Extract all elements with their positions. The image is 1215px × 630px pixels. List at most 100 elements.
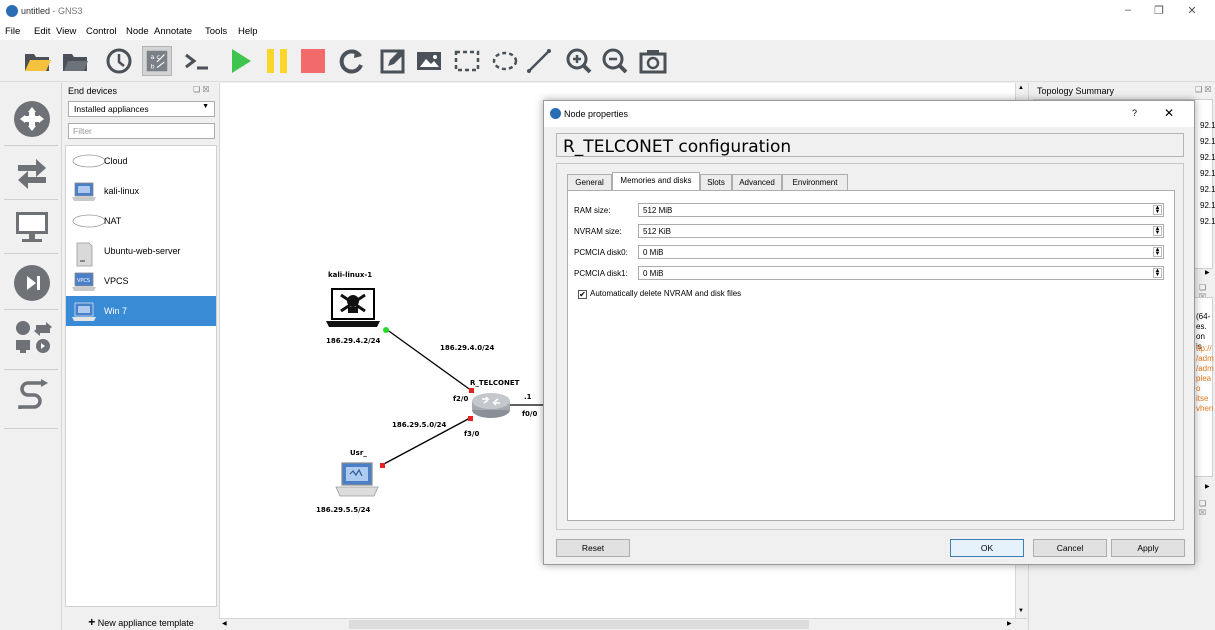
add-link-icon[interactable]	[14, 379, 50, 415]
tab-general[interactable]: General	[567, 174, 612, 190]
gns3-app-icon	[6, 5, 18, 17]
canvas-horizontal-scrollbar[interactable]: ◀ ▶	[219, 618, 1027, 630]
browse-routers-icon[interactable]	[14, 101, 50, 137]
cancel-button[interactable]: Cancel	[1033, 539, 1107, 557]
menu-annotate[interactable]: Annotate	[154, 26, 192, 37]
stop-icon[interactable]	[298, 46, 328, 76]
kali-ip-label: 186.29.4.2/24	[326, 337, 381, 345]
dialog-title: Node properties	[564, 109, 629, 119]
laptop-icon	[72, 181, 96, 201]
nvram-size-spinbox[interactable]: 512 KiB ▲ ▼	[638, 224, 1164, 238]
menu-help[interactable]: Help	[238, 26, 258, 37]
devices-panel-title: End devices	[68, 86, 118, 96]
draw-ellipse-icon[interactable]	[490, 46, 520, 76]
scroll-left-icon[interactable]: ◀	[222, 620, 227, 627]
scroll-right-icon[interactable]: ▶	[1205, 483, 1210, 490]
memories-and-disks-page: RAM size: 512 MiB ▲ ▼ NVRAM size: 512 KiB ▲…	[567, 190, 1175, 521]
console-icon[interactable]	[182, 46, 212, 76]
draw-rectangle-icon[interactable]	[452, 46, 482, 76]
suspend-icon[interactable]	[262, 46, 292, 76]
start-icon[interactable]	[226, 46, 256, 76]
topology-summary-title: Topology Summary	[1037, 86, 1115, 96]
browse-switches-icon[interactable]	[14, 155, 50, 191]
tabs-area: General Memories and disks Slots Advance…	[556, 163, 1184, 530]
dock-buttons[interactable]: ❏ ☒	[193, 85, 210, 94]
menu-file[interactable]: File	[5, 26, 20, 37]
menu-control[interactable]: Control	[86, 26, 117, 37]
insert-picture-icon[interactable]	[414, 46, 444, 76]
kali-linux-node-label: kali-linux-1	[328, 271, 373, 279]
device-list: Cloud kali-linux NAT Ubuntu-web-server V…	[65, 145, 217, 607]
close-icon[interactable]: ✕	[1164, 106, 1174, 120]
open-project-icon[interactable]	[22, 46, 52, 76]
browse-end-devices-icon[interactable]	[14, 209, 50, 245]
user-node-icon[interactable]	[334, 461, 380, 501]
pcmcia-disk1-spinbox[interactable]: 0 MiB ▲ ▼	[638, 266, 1164, 280]
close-icon[interactable]: ✕	[1180, 4, 1204, 20]
snapshot-clock-icon[interactable]	[104, 46, 134, 76]
apply-button[interactable]: Apply	[1111, 539, 1185, 557]
title-bar: untitled - GNS3 – ❐ ✕	[0, 0, 1215, 24]
svg-text:b: b	[150, 62, 154, 70]
list-item-cloud[interactable]: Cloud	[66, 146, 216, 176]
show-interface-labels-icon[interactable]: a cb	[142, 46, 172, 76]
tab-memories-and-disks[interactable]: Memories and disks	[612, 172, 700, 191]
spinner-icon[interactable]: ▲ ▼	[1153, 247, 1162, 257]
checkmark-icon[interactable]: ✔	[578, 290, 587, 299]
filter-input[interactable]: Filter	[68, 123, 215, 139]
pcmcia-disk0-spinbox[interactable]: 0 MiB ▲ ▼	[638, 245, 1164, 259]
scroll-right-icon[interactable]: ▶	[1205, 269, 1210, 276]
menu-tools[interactable]: Tools	[205, 26, 227, 37]
menu-node[interactable]: Node	[126, 26, 149, 37]
add-note-icon[interactable]	[378, 46, 408, 76]
zoom-in-icon[interactable]	[564, 46, 594, 76]
appliances-dropdown[interactable]: Installed appliances ▼	[68, 101, 215, 117]
router-node-icon[interactable]	[470, 391, 512, 423]
menu-view[interactable]: View	[56, 26, 76, 37]
cloud-icon	[72, 151, 106, 171]
folder-icon[interactable]	[60, 46, 90, 76]
spinner-icon[interactable]: ▲ ▼	[1153, 205, 1162, 215]
minimize-icon[interactable]: –	[1116, 4, 1140, 20]
ram-size-row: RAM size: 512 MiB ▲ ▼	[574, 203, 1172, 219]
dock-buttons[interactable]: ❏ ☒	[1195, 85, 1212, 94]
list-item-vpcs[interactable]: VPCS VPCS	[66, 266, 216, 296]
host-id-label: .1	[524, 393, 532, 401]
tab-slots[interactable]: Slots	[700, 174, 732, 190]
tab-environment[interactable]: Environment	[782, 174, 848, 190]
nvram-size-label: NVRAM size:	[574, 227, 622, 236]
kali-linux-node-icon[interactable]	[326, 287, 380, 333]
chevron-down-icon: ▼	[202, 103, 209, 110]
menu-edit[interactable]: Edit	[34, 26, 50, 37]
scroll-down-icon[interactable]: ▼	[1018, 608, 1024, 614]
dock-buttons[interactable]: ❏ ☒	[1199, 499, 1215, 517]
new-appliance-template-button[interactable]: + New appliance template	[63, 611, 219, 629]
ram-size-spinbox[interactable]: 512 MiB ▲ ▼	[638, 203, 1164, 217]
reset-button[interactable]: Reset	[556, 539, 630, 557]
ok-button[interactable]: OK	[950, 539, 1024, 557]
list-item-kali-linux[interactable]: kali-linux	[66, 176, 216, 206]
list-item-ubuntu-web-server[interactable]: Ubuntu-web-server	[66, 236, 216, 267]
scroll-up-icon[interactable]: ▲	[1018, 85, 1024, 91]
pcmcia-disk0-label: PCMCIA disk0:	[574, 248, 628, 257]
help-button[interactable]: ?	[1132, 108, 1137, 118]
spinner-icon[interactable]: ▲ ▼	[1153, 268, 1162, 278]
auto-delete-nvram-checkbox[interactable]: ✔ Automatically delete NVRAM and disk fil…	[578, 289, 741, 299]
reload-icon[interactable]	[336, 46, 366, 76]
window-title: untitled - GNS3	[21, 6, 83, 16]
maximize-icon[interactable]: ❐	[1147, 4, 1171, 20]
spinner-icon[interactable]: ▲ ▼	[1153, 226, 1162, 236]
list-item-win-7[interactable]: Win 7	[66, 296, 216, 326]
pcmcia-disk1-label: PCMCIA disk1:	[574, 269, 628, 278]
tab-advanced[interactable]: Advanced	[732, 174, 782, 190]
screenshot-icon[interactable]	[638, 46, 668, 76]
zoom-out-icon[interactable]	[600, 46, 630, 76]
svg-text:VPCS: VPCS	[77, 278, 90, 284]
browse-all-devices-icon[interactable]	[14, 319, 52, 355]
draw-line-icon[interactable]	[524, 46, 554, 76]
list-item-nat[interactable]: NAT	[66, 206, 216, 236]
scroll-thumb[interactable]	[349, 620, 809, 629]
scroll-right-icon[interactable]: ▶	[1007, 620, 1012, 627]
browse-security-devices-icon[interactable]	[14, 265, 50, 301]
network-label: 186.29.5.0/24	[392, 421, 447, 429]
